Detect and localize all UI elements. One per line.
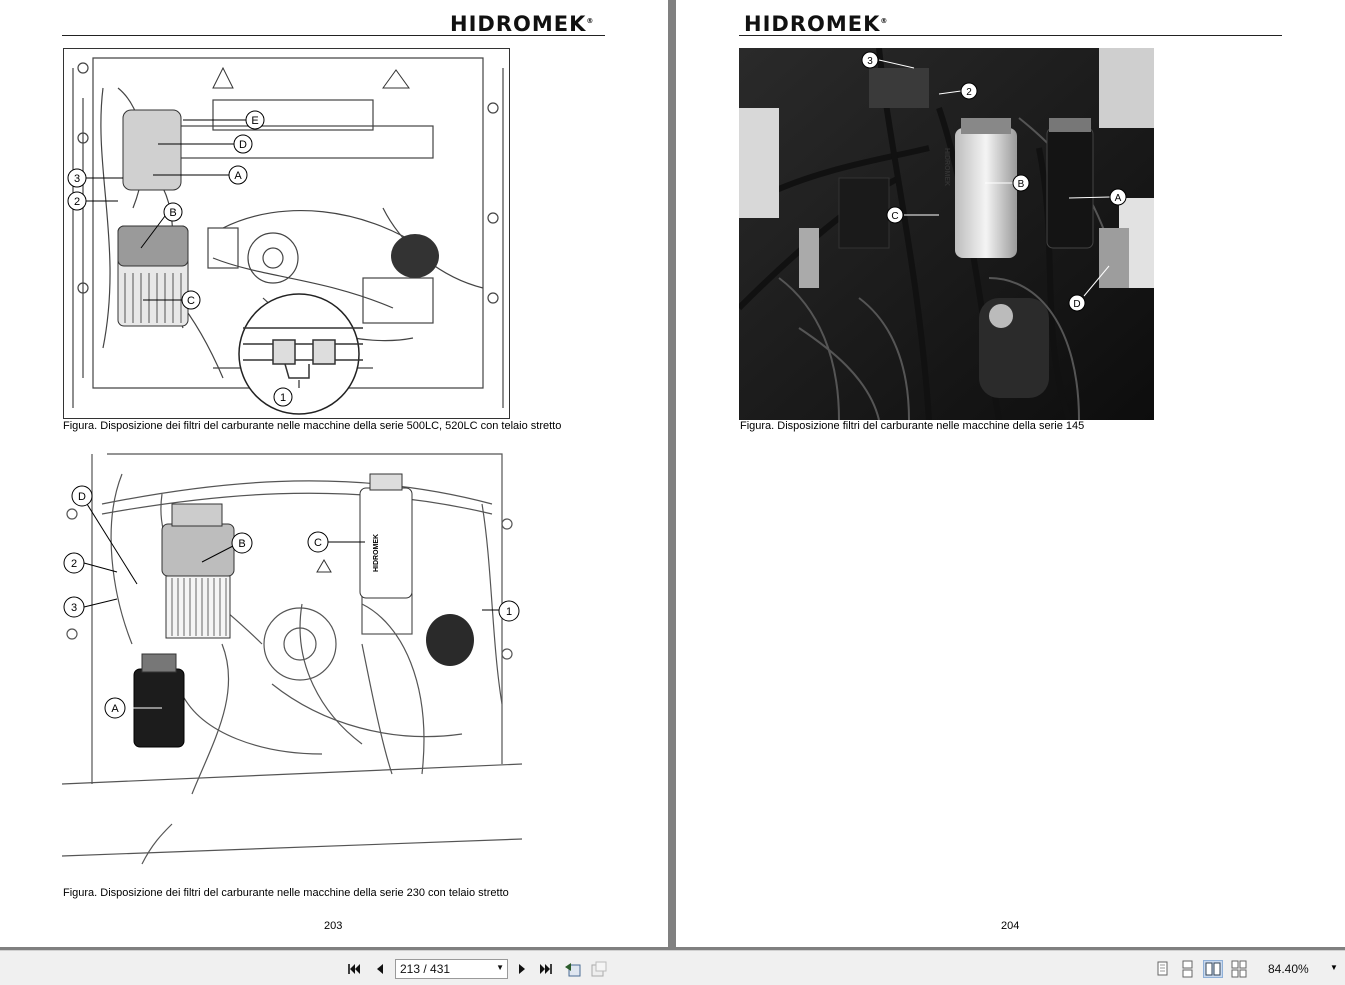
svg-text:3: 3 — [867, 56, 873, 67]
facing-icon[interactable] — [1203, 960, 1223, 978]
page-dropdown-icon[interactable]: ▼ — [496, 963, 504, 972]
header-rule-right — [739, 35, 1282, 36]
svg-text:2: 2 — [74, 196, 80, 208]
prev-view-icon[interactable] — [564, 960, 582, 978]
svg-text:C: C — [187, 295, 195, 307]
svg-text:C: C — [891, 211, 898, 222]
svg-text:B: B — [169, 207, 176, 219]
svg-text:B: B — [1018, 179, 1025, 190]
next-view-icon[interactable] — [590, 960, 608, 978]
continuous-icon[interactable] — [1177, 960, 1197, 978]
filter-label-c: HIDROMEK — [373, 534, 380, 572]
svg-text:2: 2 — [71, 558, 77, 570]
next-page-icon[interactable] — [513, 960, 531, 978]
svg-text:D: D — [239, 139, 247, 151]
first-page-icon[interactable] — [345, 960, 363, 978]
svg-text:A: A — [111, 703, 119, 715]
brand-logo-right: HIDROMEK® — [744, 12, 889, 36]
page-203: HIDROMEK® E D A 3 2 B C 1 Figura. Dispos… — [0, 0, 668, 947]
svg-text:B: B — [238, 538, 245, 550]
page-number-field[interactable]: 213 / 431 ▼ — [395, 959, 508, 979]
zoom-dropdown-icon[interactable]: ▼ — [1330, 963, 1338, 972]
figure-230: HIDROMEK D B C 2 3 1 A — [62, 444, 524, 880]
navigation-toolbar: 213 / 431 ▼ 84.40% ▼ — [0, 950, 1345, 985]
svg-text:D: D — [78, 491, 86, 503]
svg-text:3: 3 — [74, 173, 80, 185]
page-204: HIDROMEK® HIDROMEK 3 2 B A C D Figura. D… — [676, 0, 1345, 947]
figure-caption-1: Figura. Disposizione dei filtri del carb… — [63, 420, 562, 432]
page-number-right: 204 — [1001, 920, 1020, 932]
zoom-level[interactable]: 84.40% — [1268, 962, 1309, 976]
svg-text:1: 1 — [280, 392, 286, 404]
svg-text:D: D — [1073, 299, 1080, 310]
figure-500lc-520lc: E D A 3 2 B C 1 — [63, 48, 511, 420]
continuous-facing-icon[interactable] — [1229, 960, 1249, 978]
page-number-left: 203 — [324, 920, 343, 932]
svg-text:C: C — [314, 537, 322, 549]
figure-caption-2: Figura. Disposizione dei filtri del carb… — [63, 887, 509, 899]
header-rule — [62, 35, 605, 36]
figure-caption-right: Figura. Disposizione filtri del carburan… — [740, 420, 1085, 432]
last-page-icon[interactable] — [537, 960, 555, 978]
callout-e: E — [251, 115, 258, 127]
document-viewer[interactable]: HIDROMEK® E D A 3 2 B C 1 Figura. Dispos… — [0, 0, 1345, 950]
svg-text:2: 2 — [966, 87, 972, 98]
svg-text:A: A — [234, 170, 242, 182]
photo-serie-145: HIDROMEK 3 2 B A C D — [739, 48, 1154, 420]
prev-page-icon[interactable] — [371, 960, 389, 978]
single-page-icon[interactable] — [1152, 960, 1172, 978]
filter-label-photo: HIDROMEK — [943, 148, 950, 186]
brand-logo: HIDROMEK® — [450, 12, 595, 36]
svg-text:1: 1 — [506, 606, 512, 618]
svg-text:3: 3 — [71, 602, 77, 614]
svg-text:A: A — [1115, 193, 1122, 204]
